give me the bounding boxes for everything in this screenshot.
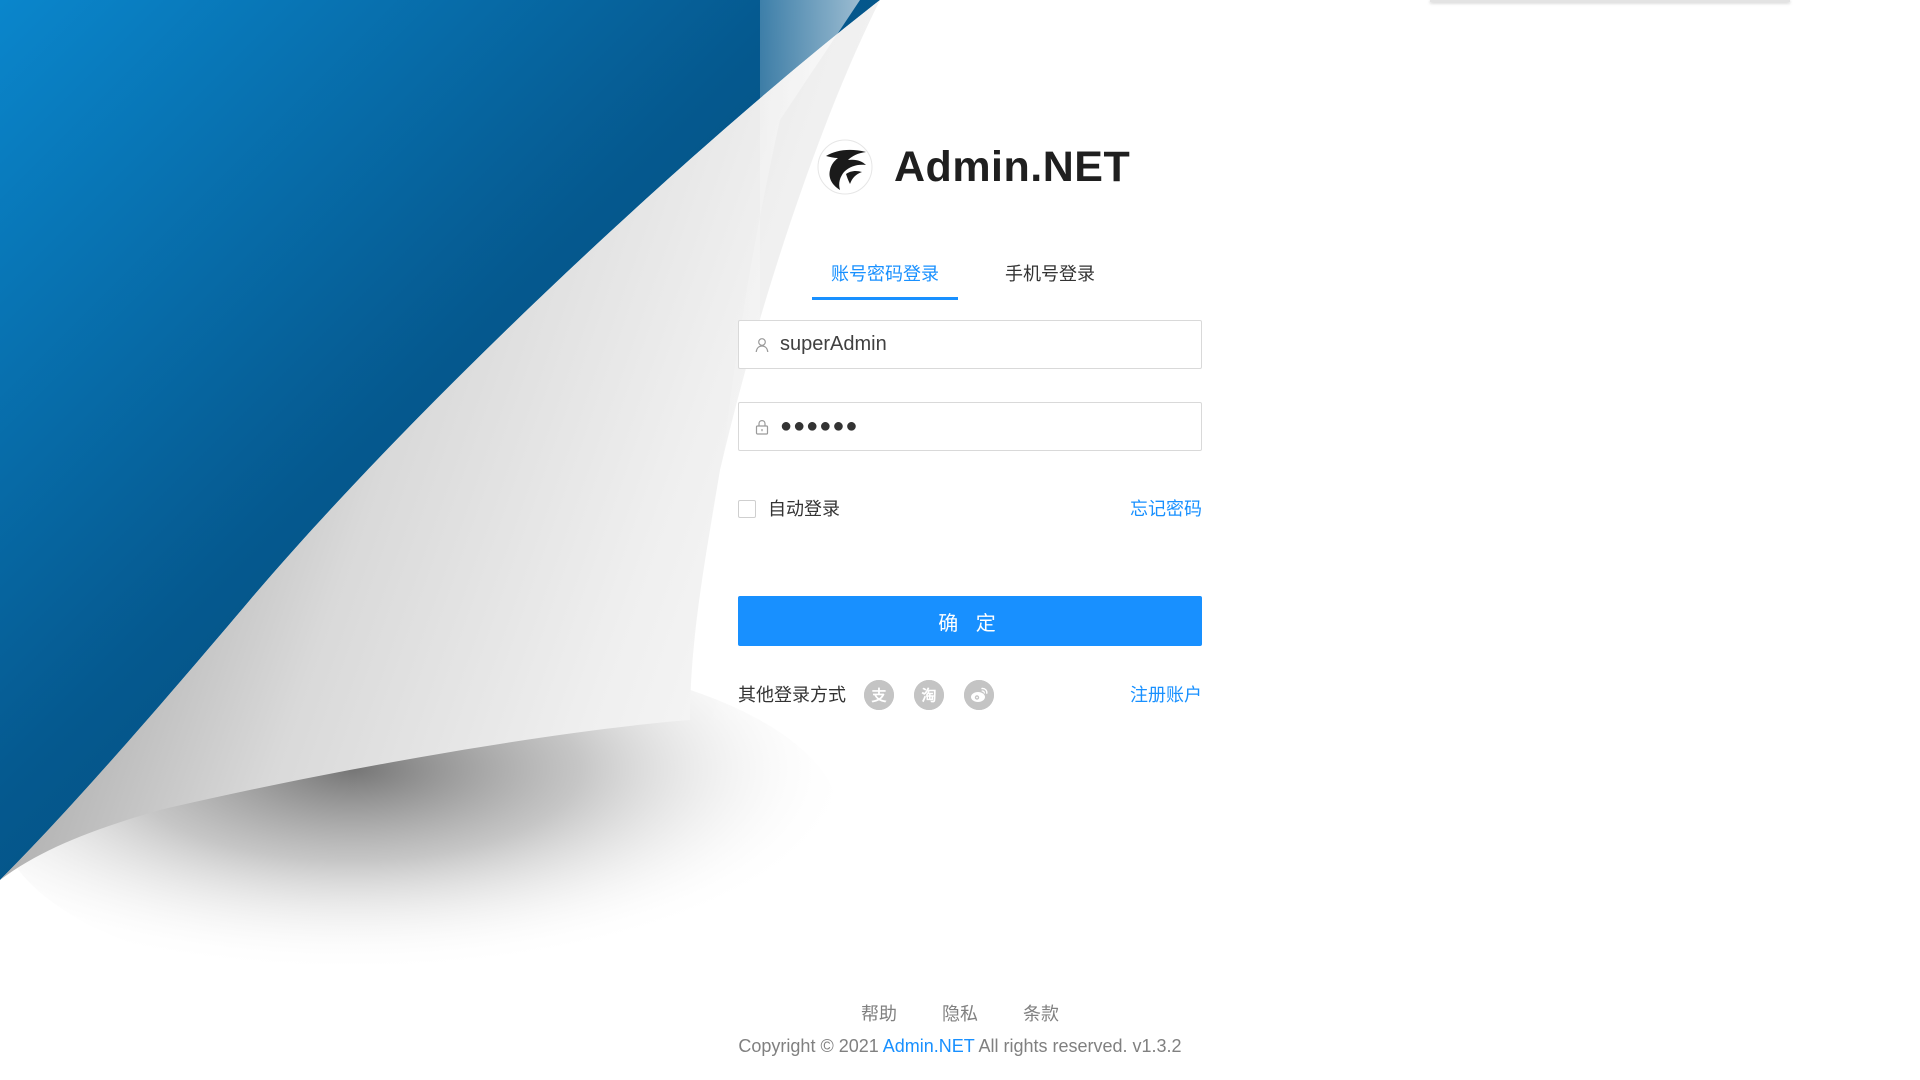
copyright-prefix: Copyright © 2021 (738, 1036, 883, 1056)
login-page: Admin.NET 账号密码登录 手机号登录 superAdmin ●●●●●●… (0, 0, 1920, 1080)
active-tab-indicator (812, 297, 958, 300)
password-field[interactable]: ●●●●●● (738, 402, 1202, 451)
copyright-brand-link[interactable]: Admin.NET (883, 1036, 975, 1056)
footer-link-terms[interactable]: 条款 (1023, 1004, 1059, 1024)
footer-link-privacy[interactable]: 隐私 (942, 1004, 978, 1024)
forgot-password-link[interactable]: 忘记密码 (1130, 498, 1202, 520)
alipay-icon[interactable]: 支 (864, 680, 894, 710)
app-title: Admin.NET (894, 142, 1131, 191)
register-account-link[interactable]: 注册账户 (1130, 684, 1202, 706)
tab-account-password[interactable]: 账号密码登录 (812, 254, 958, 300)
auto-login-label[interactable]: 自动登录 (768, 498, 840, 520)
remember-row: 自动登录 忘记密码 (738, 498, 1202, 522)
taobao-glyph: 淘 (920, 687, 936, 705)
submit-button[interactable]: 确 定 (738, 596, 1202, 646)
auto-login-checkbox[interactable] (738, 500, 756, 518)
top-right-strip (1430, 0, 1790, 2)
copyright-suffix: All rights reserved. v1.3.2 (974, 1036, 1182, 1056)
other-login-row: 其他登录方式 支 淘 微 注册账户 (738, 680, 1202, 712)
tab-phone-label: 手机号登录 (1005, 264, 1095, 284)
other-login-label: 其他登录方式 (738, 685, 846, 705)
tab-account-password-label: 账号密码登录 (831, 264, 939, 284)
tab-phone[interactable]: 手机号登录 (992, 254, 1108, 300)
footer-link-help[interactable]: 帮助 (861, 1004, 897, 1024)
login-header: Admin.NET (816, 134, 1130, 200)
login-tabs: 账号密码登录 手机号登录 (738, 254, 1202, 302)
password-masked-value: ●●●●●● (780, 415, 859, 437)
username-field[interactable]: superAdmin (738, 320, 1202, 369)
taobao-icon[interactable]: 淘 (914, 680, 944, 710)
username-value: superAdmin (780, 333, 887, 355)
weibo-glyph: 微 (964, 680, 965, 681)
copyright: Copyright © 2021 Admin.NET All rights re… (0, 1036, 1920, 1057)
alipay-glyph: 支 (870, 687, 887, 705)
footer-links: 帮助 隐私 条款 (0, 1000, 1920, 1026)
weibo-icon[interactable]: 微 (964, 680, 994, 710)
lock-icon (752, 417, 772, 437)
user-icon (752, 335, 772, 355)
dragon-logo-icon (817, 139, 873, 195)
